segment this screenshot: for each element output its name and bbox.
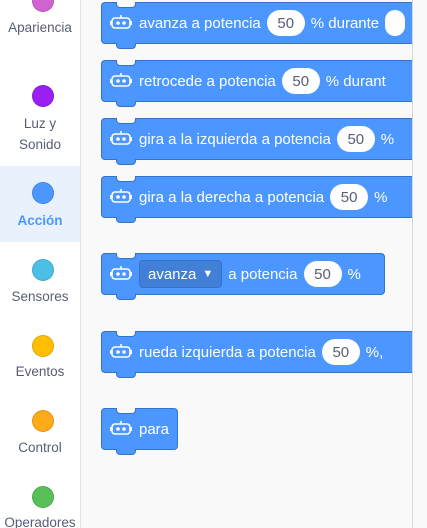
category-events[interactable]: Eventos [0,325,80,400]
move-direction-block[interactable]: avanza ▼ a potencia 50 % [101,253,385,300]
category-sidebar: Apariencia Luz y Sonido Acción Sensores … [0,0,81,528]
power-input[interactable]: 50 [330,184,369,210]
stop-block[interactable]: para [101,408,178,455]
block-text: % durante [310,14,380,32]
robot-icon [109,14,133,32]
robot-icon [109,343,133,361]
block-text: % [347,265,361,283]
control-category-icon [32,410,54,432]
category-label: Acción [17,213,63,228]
block-text: gira a la izquierda a potencia [139,130,331,148]
category-action[interactable]: Acción [0,166,80,242]
category-label: Eventos [15,364,65,379]
power-input[interactable]: 50 [281,68,320,94]
power-input[interactable]: 50 [321,339,360,365]
looks-category-icon [32,0,54,12]
category-label: Operadores [4,515,76,528]
duration-input[interactable] [385,10,406,36]
block-text: % [374,188,388,206]
direction-dropdown-value: avanza [148,265,197,283]
category-sensors[interactable]: Sensores [0,250,80,325]
palette-edge [412,0,413,528]
category-label: Control [18,440,62,455]
category-looks[interactable]: Apariencia [0,0,80,55]
power-input[interactable]: 50 [266,10,305,36]
power-input[interactable]: 50 [303,261,342,287]
category-control[interactable]: Control [0,400,80,475]
category-light-sound[interactable]: Luz y Sonido [0,75,80,160]
block-text: avanza a potencia [139,14,261,32]
action-category-icon [32,182,54,204]
robot-icon [109,72,133,90]
power-input[interactable]: 50 [336,126,375,152]
forward-block[interactable]: avanza a potencia 50 % durante [101,2,412,49]
events-category-icon [32,335,54,357]
block-text: retrocede a potencia [139,72,276,90]
direction-dropdown[interactable]: avanza ▼ [139,260,223,288]
dropdown-arrow-icon: ▼ [202,268,214,280]
turn-left-block[interactable]: gira a la izquierda a potencia 50 % [101,118,412,165]
robot-icon [109,420,133,438]
block-text: gira a la derecha a potencia [139,188,325,206]
block-text: rueda izquierda a potencia [139,343,316,361]
turn-right-block[interactable]: gira a la derecha a potencia 50 % [101,176,412,223]
block-text: % durant [325,72,386,90]
block-text: para [139,420,170,438]
category-operators[interactable]: Operadores [0,476,80,528]
sensors-category-icon [32,259,54,281]
left-wheel-block[interactable]: rueda izquierda a potencia 50 %, [101,331,412,378]
block-text: % [380,130,395,148]
robot-icon [109,188,133,206]
robot-icon [109,130,133,148]
light-sound-category-icon [32,85,54,107]
backward-block[interactable]: retrocede a potencia 50 % durant [101,60,412,107]
block-text: %, [365,343,384,361]
robot-icon [109,265,133,283]
category-label: Sonido [18,137,62,152]
category-label: Apariencia [8,20,72,35]
category-label: Sensores [11,289,69,304]
operators-category-icon [32,486,54,508]
category-label: Luz y [23,116,57,131]
block-text: a potencia [228,265,298,283]
